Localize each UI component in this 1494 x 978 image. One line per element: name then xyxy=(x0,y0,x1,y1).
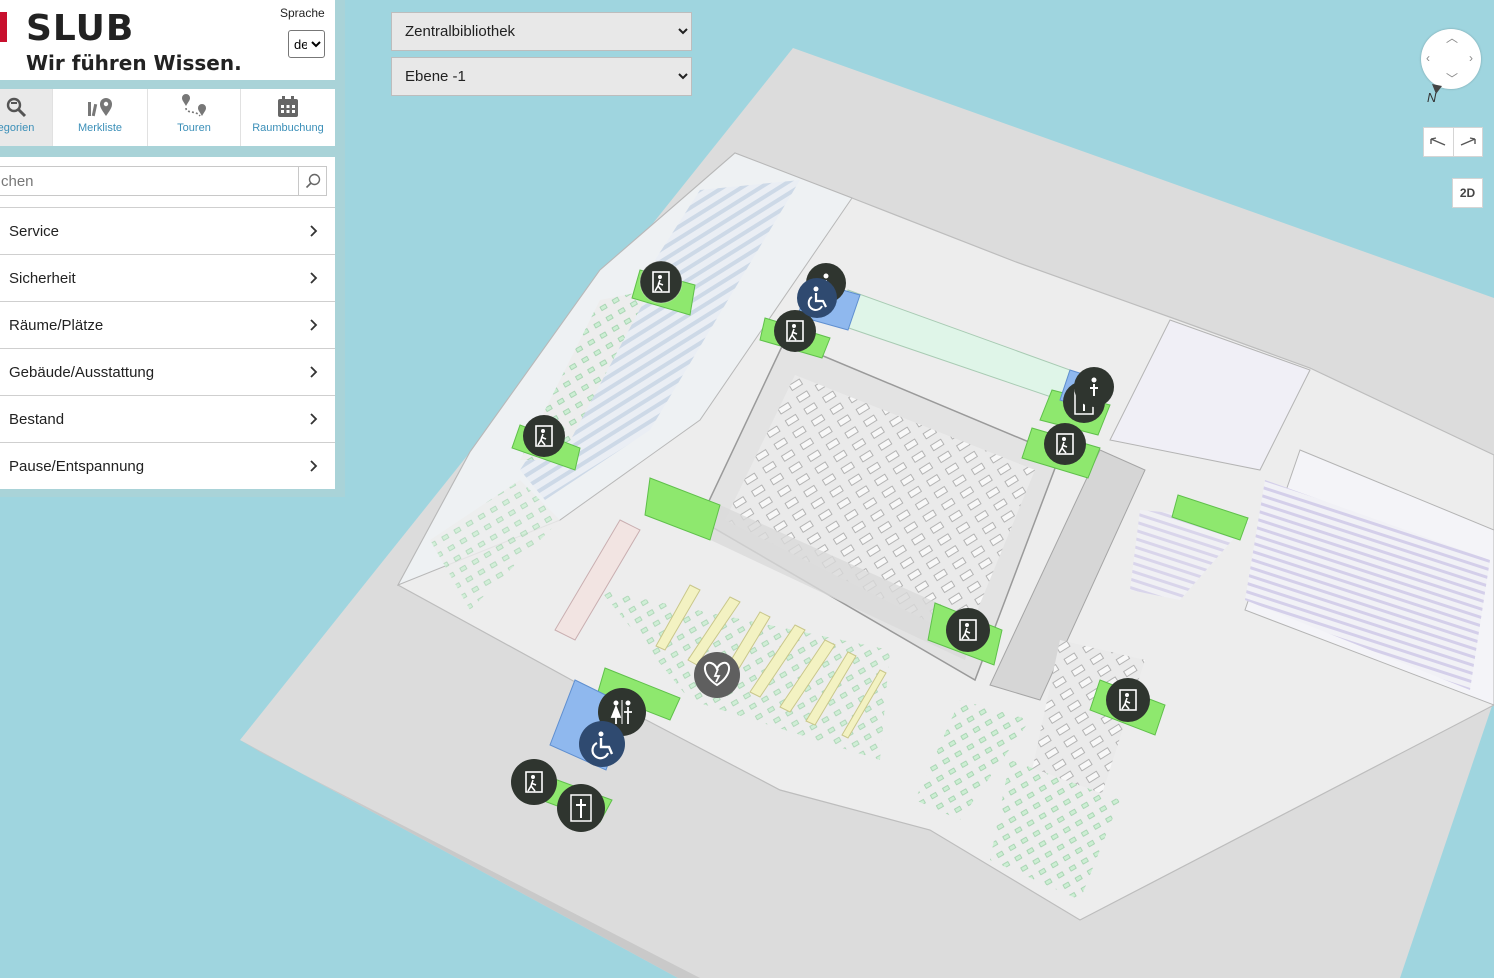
logo-mark xyxy=(0,12,7,42)
north-label: N xyxy=(1427,90,1437,105)
rotate-controls xyxy=(1423,127,1483,157)
restroom-icon[interactable] xyxy=(1074,367,1114,407)
language-label: Sprache xyxy=(280,6,325,20)
chevron-down-icon[interactable]: ﹀ xyxy=(1446,73,1458,85)
wheelchair-icon[interactable] xyxy=(579,721,625,767)
chevron-right-icon xyxy=(310,272,318,284)
view-2d-toggle[interactable]: 2D xyxy=(1452,178,1483,208)
chevron-right-icon xyxy=(310,225,318,237)
category-item-sicherheit[interactable]: Sicherheit xyxy=(0,254,335,301)
emergency-exit-icon[interactable] xyxy=(523,415,565,457)
language-select[interactable]: de xyxy=(288,30,325,58)
calendar-icon xyxy=(278,96,298,117)
category-item-gebaeude-ausstattung[interactable]: Gebäude/Ausstattung xyxy=(0,348,335,395)
chevron-right-icon[interactable]: › xyxy=(1469,52,1473,64)
nav-tabs: egorien Merkliste Touren Raumbuchung xyxy=(0,89,335,146)
emergency-exit-icon[interactable] xyxy=(1106,678,1150,722)
category-item-raeume-plaetze[interactable]: Räume/Plätze xyxy=(0,301,335,348)
chevron-left-icon[interactable]: ‹ xyxy=(1426,52,1430,64)
category-label: Service xyxy=(9,222,60,240)
logo-tagline: Wir führen Wissen. xyxy=(26,51,242,75)
category-item-service[interactable]: Service xyxy=(0,207,335,254)
wheelchair-icon[interactable] xyxy=(797,278,837,318)
category-label: Gebäude/Ausstattung xyxy=(9,363,155,381)
floor-select[interactable]: Ebene -1 xyxy=(391,57,692,96)
category-list: Service Sicherheit Räume/Plätze Gebäude/… xyxy=(0,207,335,489)
chevron-right-icon xyxy=(310,413,318,425)
rotate-right-icon xyxy=(1460,137,1476,146)
emergency-exit-icon[interactable] xyxy=(511,759,557,805)
search-bar xyxy=(0,157,335,208)
chevron-up-icon[interactable]: ︿ xyxy=(1446,32,1458,44)
sidebar: SLUB Wir führen Wissen. Sprache de egori… xyxy=(0,0,345,497)
rotate-right-button[interactable] xyxy=(1452,128,1483,156)
compass-control[interactable]: ︿ ﹀ ‹ › xyxy=(1421,29,1481,89)
rotate-left-button[interactable] xyxy=(1424,128,1453,156)
emergency-exit-icon[interactable] xyxy=(639,260,683,304)
tab-merkliste[interactable]: Merkliste xyxy=(53,89,148,146)
elevator-icon[interactable] xyxy=(557,784,605,832)
chevron-right-icon xyxy=(310,319,318,331)
chevron-right-icon xyxy=(310,460,318,472)
tab-label: Touren xyxy=(177,122,211,134)
category-label: Bestand xyxy=(9,410,65,428)
rotate-left-icon xyxy=(1430,137,1446,146)
tab-categories[interactable]: egorien xyxy=(0,89,53,146)
emergency-exit-icon[interactable] xyxy=(946,608,990,652)
defibrillator-icon[interactable] xyxy=(694,652,740,698)
logo: SLUB xyxy=(26,8,135,49)
search-button[interactable] xyxy=(298,166,327,196)
search-input[interactable] xyxy=(0,166,299,196)
category-item-pause-entspannung[interactable]: Pause/Entspannung xyxy=(0,442,335,489)
category-label: Sicherheit xyxy=(9,269,76,287)
header: SLUB Wir führen Wissen. Sprache de xyxy=(0,0,335,80)
category-item-bestand[interactable]: Bestand xyxy=(0,395,335,442)
tab-raumbuchung[interactable]: Raumbuchung xyxy=(241,89,335,146)
category-label: Räume/Plätze xyxy=(9,316,104,334)
chevron-right-icon xyxy=(310,366,318,378)
tab-touren[interactable]: Touren xyxy=(148,89,241,146)
categories-icon xyxy=(6,97,27,118)
tab-label: egorien xyxy=(0,122,35,134)
tab-label: Raumbuchung xyxy=(252,122,324,134)
search-icon xyxy=(305,173,320,189)
category-label: Pause/Entspannung xyxy=(9,457,145,475)
emergency-exit-icon[interactable] xyxy=(1044,423,1086,465)
tab-label: Merkliste xyxy=(77,122,122,134)
bookmark-list-icon xyxy=(88,98,112,117)
building-select[interactable]: Zentralbibliothek xyxy=(391,12,692,51)
tours-icon xyxy=(182,94,206,117)
